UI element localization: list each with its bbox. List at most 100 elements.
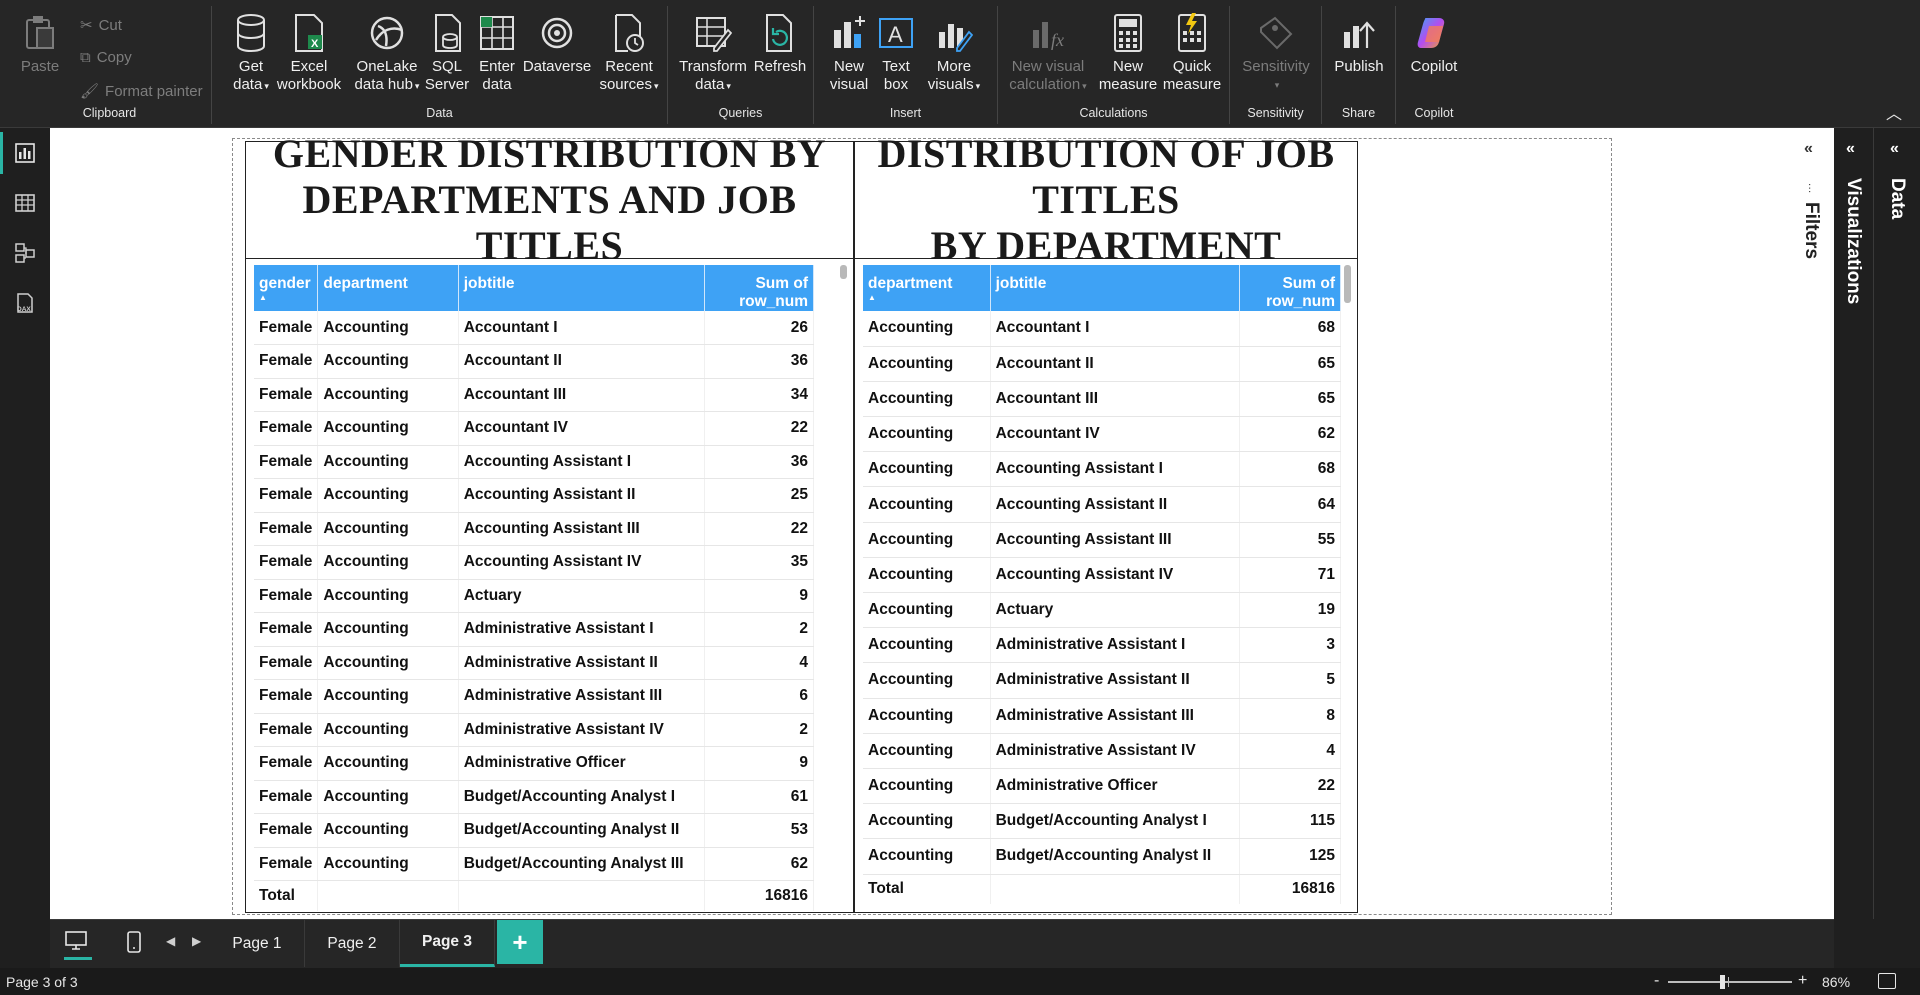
table-cell: Budget/Accounting Analyst I: [990, 803, 1240, 840]
report-view-icon[interactable]: [12, 140, 38, 166]
recent-sources-button[interactable]: Recent sources ▾: [594, 12, 664, 95]
table-total-row: Total 16816: [863, 873, 1342, 904]
table-row[interactable]: Accounting Accountant I 68: [863, 311, 1342, 347]
table-row[interactable]: Female Accounting Actuary 9: [254, 579, 815, 613]
quick-measure-button[interactable]: Quick measure: [1160, 12, 1224, 94]
data-pane-collapsed[interactable]: « Data: [1876, 128, 1920, 919]
onelake-data-hub-button[interactable]: OneLake data hub ▾: [348, 12, 426, 95]
previous-page-icon[interactable]: ◀: [166, 934, 175, 948]
table-row[interactable]: Female Accounting Accounting Assistant I 36: [254, 445, 815, 479]
visualizations-pane-collapsed[interactable]: « Visualizations: [1834, 128, 1874, 919]
transform-data-button[interactable]: Transform data ▾: [679, 12, 747, 95]
right-table-scrollbar[interactable]: [1344, 265, 1351, 303]
tab-page-2[interactable]: Page 2: [305, 920, 400, 967]
left-table-visual[interactable]: gender ▲ department jobtitle Sum of row_n…: [245, 259, 854, 913]
next-page-icon[interactable]: ▶: [192, 934, 201, 948]
tab-page-1[interactable]: Page 1: [210, 920, 305, 967]
table-row[interactable]: Accounting Administrative Assistant II 5: [863, 662, 1342, 699]
column-header-jobtitle[interactable]: jobtitle: [458, 265, 705, 311]
table-row[interactable]: Female Accounting Administrative Officer 9: [254, 746, 815, 781]
text-box-button[interactable]: A Text box: [876, 12, 916, 94]
table-row[interactable]: Accounting Accountant IV 62: [863, 416, 1342, 453]
fit-to-page-icon[interactable]: [1878, 973, 1896, 989]
sql-server-button[interactable]: SQL Server: [422, 12, 472, 94]
table-row[interactable]: Accounting Accounting Assistant IV 71: [863, 557, 1342, 594]
add-page-button[interactable]: +: [497, 920, 543, 964]
table-row[interactable]: Accounting Budget/Accounting Analyst II 12…: [863, 838, 1342, 875]
dax-query-view-icon[interactable]: DAX: [12, 290, 38, 316]
column-header-gender[interactable]: gender ▲: [254, 265, 319, 311]
zoom-level[interactable]: 86%: [1822, 974, 1850, 990]
desktop-layout-icon[interactable]: [64, 930, 92, 960]
model-view-icon[interactable]: [12, 240, 38, 266]
right-title-textbox[interactable]: DISTRIBUTION OF JOB TITLES BY DEPARTMENT: [854, 131, 1358, 268]
cut-button[interactable]: ✂ Cut: [80, 16, 122, 35]
right-title-line1: DISTRIBUTION OF JOB TITLES: [877, 131, 1335, 222]
expand-visualizations-chevron-icon[interactable]: «: [1846, 140, 1855, 158]
get-data-button[interactable]: Get data ▾: [226, 12, 276, 95]
left-table-scrollbar[interactable]: [840, 265, 847, 279]
column-header-sum-row-num[interactable]: Sum of row_num: [1239, 265, 1342, 311]
table-row[interactable]: Female Accounting Administrative Assistant…: [254, 646, 815, 680]
table-row[interactable]: Accounting Administrative Assistant IV 4: [863, 733, 1342, 769]
zoom-out-button[interactable]: -: [1654, 972, 1659, 990]
table-row[interactable]: Accounting Accounting Assistant II 64: [863, 486, 1342, 523]
table-row[interactable]: Female Accounting Accountant II 36: [254, 344, 815, 379]
new-visual-button[interactable]: New visual: [826, 12, 872, 94]
table-row[interactable]: Accounting Accounting Assistant I 68: [863, 451, 1342, 488]
table-row[interactable]: Female Accounting Accounting Assistant III…: [254, 512, 815, 546]
table-row[interactable]: Female Accounting Administrative Assistant…: [254, 612, 815, 647]
table-row[interactable]: Accounting Budget/Accounting Analyst I 115: [863, 803, 1342, 840]
right-table-visual[interactable]: department ▲ jobtitle Sum of row_num Acco…: [854, 259, 1358, 913]
table-row[interactable]: Female Accounting Accountant I 26: [254, 311, 815, 345]
table-row[interactable]: Female Accounting Administrative Assistant…: [254, 713, 815, 747]
new-measure-button[interactable]: New measure: [1096, 12, 1160, 94]
chevron-down-icon: ▾: [1082, 81, 1087, 91]
expand-filters-chevron-icon[interactable]: «: [1804, 140, 1813, 158]
table-row[interactable]: Accounting Accountant II 65: [863, 346, 1342, 382]
column-header-department[interactable]: department: [317, 265, 459, 311]
column-header-department[interactable]: department ▲: [863, 265, 991, 311]
table-cell: Administrative Assistant III: [458, 679, 705, 714]
enter-data-button[interactable]: Enter data: [474, 12, 520, 94]
table-row[interactable]: Female Accounting Budget/Accounting Analys…: [254, 847, 815, 881]
column-header-sum-row-num[interactable]: Sum of row_num: [704, 265, 815, 311]
zoom-slider-thumb[interactable]: [1720, 975, 1725, 989]
zoom-slider[interactable]: [1668, 975, 1792, 989]
new-visual-calculation-button[interactable]: fx New visual calculation ▾: [1006, 12, 1090, 95]
table-row[interactable]: Female Accounting Accountant IV 22: [254, 411, 815, 446]
table-row[interactable]: Female Accounting Accountant III 34: [254, 378, 815, 412]
table-cell: Accounting: [317, 411, 459, 446]
excel-workbook-button[interactable]: X Excel workbook: [270, 12, 348, 94]
mobile-layout-icon[interactable]: [126, 930, 142, 959]
table-row[interactable]: Female Accounting Budget/Accounting Analys…: [254, 780, 815, 814]
column-header-jobtitle[interactable]: jobtitle: [990, 265, 1240, 311]
table-row[interactable]: Accounting Administrative Assistant III 8: [863, 698, 1342, 734]
table-row[interactable]: Accounting Administrative Assistant I3: [863, 627, 1342, 664]
table-row[interactable]: Female Accounting Budget/Accounting Analys…: [254, 813, 815, 848]
collapse-ribbon-chevron-icon[interactable]: ︿: [1886, 100, 1902, 124]
table-row[interactable]: Accounting Actuary 19: [863, 592, 1342, 629]
left-title-textbox[interactable]: GENDER DISTRIBUTION BY DEPARTMENTS AND JO…: [245, 131, 854, 268]
filters-pane-collapsed[interactable]: « ⫶ Filters: [1790, 128, 1834, 919]
table-row[interactable]: Female Accounting Accounting Assistant IV 3…: [254, 545, 815, 580]
copy-button[interactable]: ⧉ Copy: [80, 49, 132, 66]
dataverse-button[interactable]: Dataverse: [520, 12, 594, 94]
table-row[interactable]: Accounting Accountant III 65: [863, 381, 1342, 418]
format-painter-button[interactable]: 🖌 Format painter: [80, 82, 203, 101]
table-row[interactable]: Female Accounting Accounting Assistant II 2…: [254, 478, 815, 513]
paste-button[interactable]: Paste: [20, 12, 60, 76]
tab-page-3[interactable]: Page 3: [400, 920, 495, 967]
insert-group-label: Insert: [889, 106, 922, 120]
table-row[interactable]: Female Accounting Administrative Assistant…: [254, 679, 815, 714]
copilot-button[interactable]: Copilot: [1404, 12, 1464, 94]
table-row[interactable]: Accounting Accounting Assistant III 55: [863, 522, 1342, 558]
sensitivity-button[interactable]: Sensitivity ▾: [1238, 12, 1314, 94]
more-visuals-button[interactable]: More visuals ▾: [918, 12, 990, 95]
publish-button[interactable]: Publish: [1328, 12, 1390, 94]
refresh-button[interactable]: Refresh: [752, 12, 808, 94]
table-row[interactable]: Accounting Administrative Officer 22: [863, 768, 1342, 805]
zoom-in-button[interactable]: +: [1798, 972, 1807, 990]
expand-data-chevron-icon[interactable]: «: [1890, 140, 1899, 158]
table-view-icon[interactable]: [12, 190, 38, 216]
